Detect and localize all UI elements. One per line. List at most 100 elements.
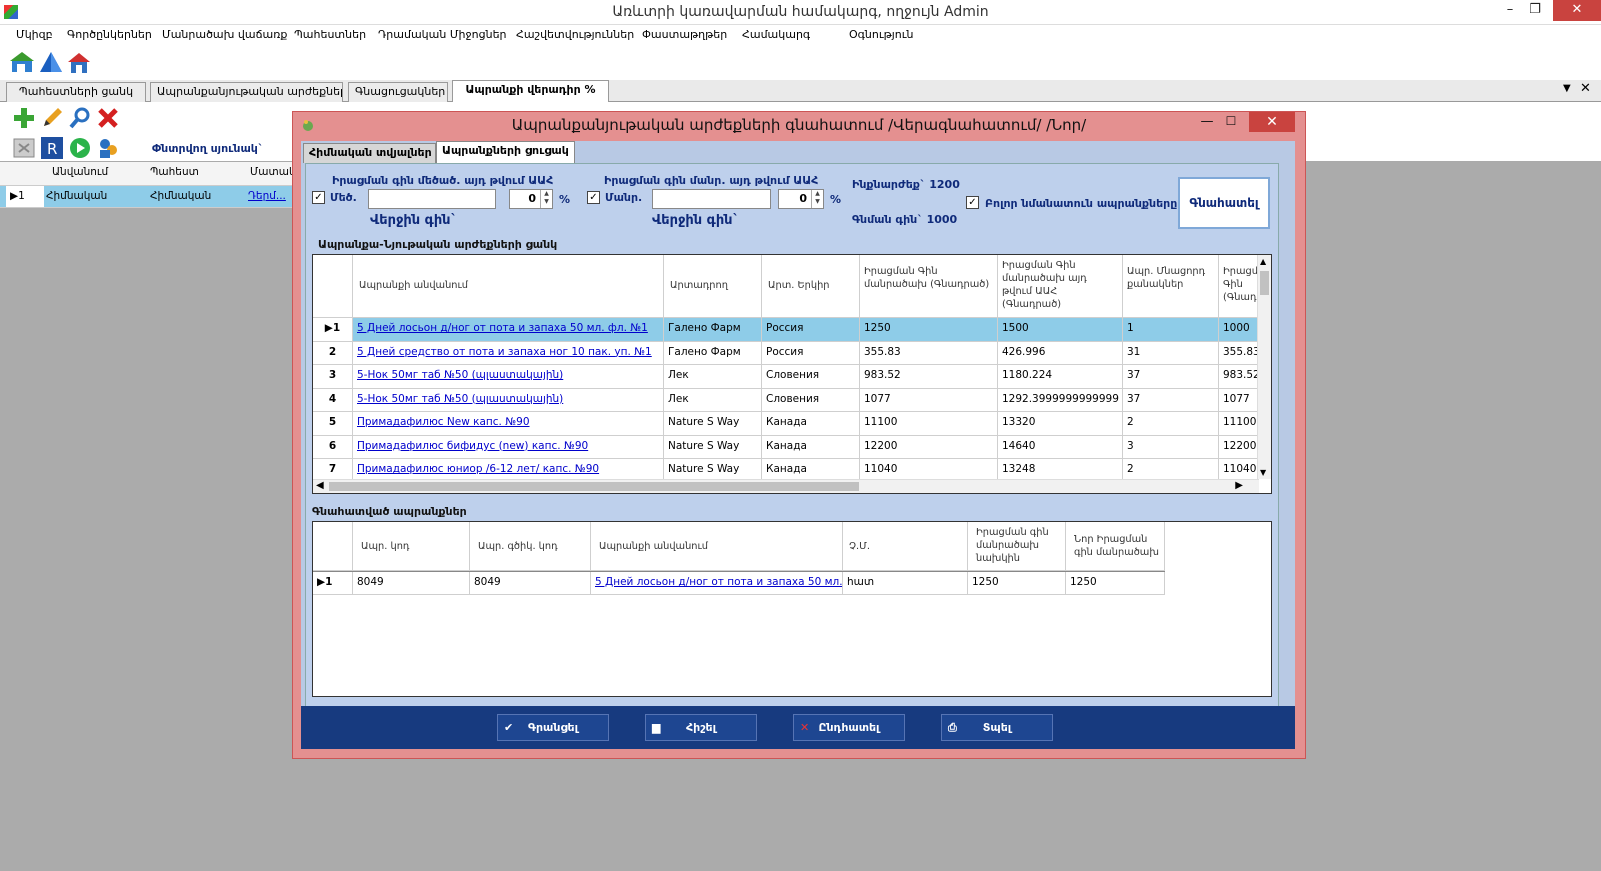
wholesale-price-label: Իրացման գին մեծած. այդ թվում ԱԱՀ — [332, 174, 554, 187]
goods-header: Ապրանքի անվանում Արտադրող Արտ. Երկիր Իրա… — [313, 255, 1271, 318]
menu-item[interactable]: Պահեստներ — [294, 28, 366, 41]
scroll-thumb[interactable] — [1260, 271, 1269, 295]
house-icon[interactable] — [66, 50, 92, 76]
print-button[interactable]: ⎙ Տպել — [941, 714, 1053, 741]
cell-new-price[interactable]: 1250 — [1066, 572, 1165, 594]
register-button[interactable]: ✔ Գրանցել — [497, 714, 609, 741]
cell-name-link[interactable]: Примадафилюс бифидус (new) капс. №90 — [353, 435, 664, 458]
scroll-down-icon[interactable]: ▼ — [1260, 468, 1266, 477]
cell-name-link[interactable]: 5 Дней средство от пота и запаха ног 10 … — [353, 341, 664, 364]
save-button[interactable]: ▆ Հիշել — [645, 714, 757, 741]
scroll-up-icon[interactable]: ▲ — [1260, 257, 1266, 266]
scroll-left-icon[interactable]: ◀ — [316, 480, 324, 491]
column-header: Իրացման Գին մանրածախ (Գնադրած) — [860, 255, 998, 317]
cell-price-vat: 426.996 — [998, 341, 1123, 364]
minimize-button[interactable]: – — [1500, 0, 1520, 21]
menu-item[interactable]: Դրամական Միջոցներ — [378, 28, 507, 41]
table-row[interactable]: 5 Примадафилюс New капс. №90 Nature S Way К… — [313, 412, 1259, 436]
cell-name-link[interactable]: 5 Дней лосьон д/ног от пота и запаха 50 … — [591, 572, 843, 594]
retail-percent-stepper[interactable]: 0 ▲ ▼ — [778, 189, 824, 209]
goods-horizontal-scrollbar[interactable]: ◀ ▶ — [313, 479, 1259, 493]
tab-pricelists[interactable]: Գնացուցակներ — [348, 82, 448, 102]
menu-item[interactable]: Փաստաթղթեր — [642, 28, 727, 41]
all-similar-checkbox[interactable]: ✓ — [966, 196, 979, 209]
valued-header: Ապր. կոդ Ապր. գծիկ. կոդ Ապրանքի անվանում… — [313, 522, 1165, 571]
tab-close-icon[interactable]: ✕ — [1580, 81, 1591, 96]
warehouse-icon[interactable] — [10, 50, 36, 76]
cell-name-link[interactable]: 5-Нок 50мг таб №50 (պլաստակային) — [353, 388, 664, 411]
search-icon[interactable] — [68, 106, 92, 130]
delete-icon[interactable] — [96, 106, 120, 130]
wholesale-checkbox[interactable]: ✓ — [312, 191, 325, 204]
close-doc-icon[interactable] — [12, 136, 36, 160]
close-button[interactable]: ✕ — [1553, 0, 1601, 21]
tab-goods-list[interactable]: Ապրանքների ցուցակ — [436, 141, 575, 163]
cell-qty: 2 — [1123, 412, 1219, 435]
retail-short-label: Մանր. — [605, 191, 643, 204]
retail-price-input[interactable] — [652, 189, 771, 209]
table-header: Անվանում Պահեստ Մատակ — [0, 162, 300, 186]
cost-price-label: Ինքնարժեք` 1200 — [852, 178, 960, 191]
cell-price-2: 983.52 — [1219, 365, 1259, 388]
wholesale-price-input[interactable] — [368, 189, 496, 209]
table-row[interactable]: 4 5-Нок 50мг таб №50 (պլաստակային) Лек Слов… — [313, 388, 1259, 412]
scroll-thumb[interactable] — [329, 482, 859, 491]
goods-vertical-scrollbar[interactable]: ▲ ▼ — [1257, 255, 1271, 479]
tab-dropdown-icon[interactable]: ▼ — [1563, 83, 1571, 94]
column-header: Պահեստ — [150, 166, 199, 178]
menu-item[interactable]: Գործընկերներ — [67, 28, 152, 41]
table-row[interactable]: 25 Дней средство от пота и запаха ног 10… — [313, 341, 1259, 365]
cell-qty: 37 — [1123, 388, 1219, 411]
dialog-minimize-button[interactable]: — — [1197, 114, 1217, 129]
pyramid-icon[interactable] — [38, 50, 64, 76]
add-icon[interactable] — [12, 106, 36, 130]
row-name: Հիմնական — [46, 190, 108, 202]
percent-sign: % — [559, 193, 571, 206]
maximize-button[interactable]: ❐ — [1525, 0, 1545, 21]
edit-icon[interactable] — [40, 106, 64, 130]
tab-markup[interactable]: Ապրանքի վերադիր % — [452, 80, 609, 102]
cell-price: 11100 — [860, 412, 998, 435]
table-row[interactable]: ▶1 Հիմնական Հիմնական Դերմ... — [0, 186, 300, 208]
wholesale-short-label: Մեծ. — [330, 191, 357, 204]
menu-item[interactable]: Համակարգ — [742, 28, 810, 41]
wholesale-percent-stepper[interactable]: 0 ▲ ▼ — [509, 189, 553, 209]
users-icon[interactable] — [96, 136, 120, 160]
cell-price-vat: 1292.3999999999999 — [998, 388, 1123, 411]
column-header: Արտադրող — [664, 255, 762, 317]
cell-price: 12200 — [860, 435, 998, 458]
row-number: ▶1 — [313, 318, 353, 341]
cell-country: Россия — [762, 341, 860, 364]
row-supplier[interactable]: Դերմ... — [248, 190, 286, 202]
tab-main-data[interactable]: Հիմնական տվյալներ — [303, 143, 436, 163]
retail-checkbox[interactable]: ✓ — [587, 191, 600, 204]
dialog-body: Հիմնական տվյալներ Ապրանքների ցուցակ Իրաց… — [301, 141, 1295, 719]
cell-name-link[interactable]: Примадафилюс New капс. №90 — [353, 412, 664, 435]
retail-last-price-label: Վերջին գին` — [652, 213, 740, 228]
menu-item[interactable]: Մանրածախ վաճառք — [162, 28, 287, 41]
column-header: Իրացման Գին մանրածախ այդ թվում ԱԱՀ (Գնադ… — [998, 255, 1123, 317]
cell-price-2: 1000 — [1219, 318, 1259, 341]
column-header: Ապրանքի անվանում — [591, 522, 843, 570]
menu-item[interactable]: Հաշվետվություններ — [516, 28, 634, 41]
scroll-right-icon[interactable]: ▶ — [1235, 480, 1243, 491]
table-row[interactable]: ▶1 8049 8049 5 Дней лосьон д/ног от пота… — [313, 571, 1165, 595]
table-row[interactable]: 6 Примадафилюс бифидус (new) капс. №90 Nat… — [313, 435, 1259, 459]
tab-warehouses[interactable]: Պահեստների ցանկ — [6, 82, 146, 102]
dialog-footer: ✔ Գրանցել ▆ Հիշել ✕ Ընդհատել ⎙ Տպել — [301, 706, 1295, 749]
cell-price: 355.83 — [860, 341, 998, 364]
refresh-icon[interactable]: R — [40, 136, 64, 160]
calculate-button[interactable]: Գնահատել — [1178, 177, 1270, 229]
menu-item[interactable]: Մկիզբ — [16, 28, 53, 41]
play-icon[interactable] — [68, 136, 92, 160]
cell-name-link[interactable]: 5 Дней лосьон д/ног от пота и запаха 50 … — [353, 318, 664, 341]
dialog-maximize-button[interactable]: ☐ — [1221, 114, 1241, 128]
table-row[interactable]: 3 5-Нок 50мг таб №50 (պլաստակային) Лек Слов… — [313, 365, 1259, 389]
cell-name-link[interactable]: 5-Нок 50мг таб №50 (պլաստակային) — [353, 365, 664, 388]
menu-item[interactable]: Օգնություն — [849, 28, 913, 41]
dialog-close-button[interactable]: ✕ — [1249, 112, 1295, 132]
table-row[interactable]: ▶1 5 Дней лосьон д/ног от пота и запаха 5… — [313, 318, 1259, 342]
menu-bar: Մկիզբ Գործընկերներ Մանրածախ վաճառք Պահես… — [0, 25, 1601, 46]
cancel-button[interactable]: ✕ Ընդհատել — [793, 714, 905, 741]
tab-goods[interactable]: Ապրանքանյութական արժեքներ... — [150, 82, 343, 102]
